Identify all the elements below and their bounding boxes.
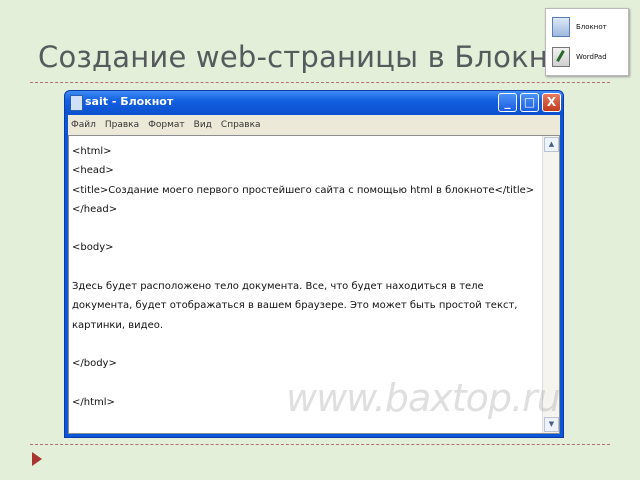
slide-title: Создание web-страницы в Блокнот xyxy=(38,40,584,74)
menu-file[interactable]: Файл xyxy=(71,120,96,130)
window-titlebar[interactable]: sait - Блокнот _ □ X xyxy=(65,91,563,115)
text-line: <head> xyxy=(72,165,114,177)
text-line: картинки, видео. xyxy=(72,319,164,331)
maximize-button[interactable]: □ xyxy=(520,93,539,112)
thumbnail-label: WordPad xyxy=(576,53,607,61)
text-line: </head> xyxy=(72,203,118,215)
watermark: www.baxtop.ru xyxy=(286,376,561,420)
text-line: Здесь будет расположено тело документа. … xyxy=(72,281,484,293)
slide-bullet-icon xyxy=(32,452,42,466)
menu-format[interactable]: Формат xyxy=(148,120,185,130)
text-line xyxy=(72,258,539,277)
text-line: документа, будет отображаться в вашем бр… xyxy=(72,300,518,312)
scroll-up-icon[interactable]: ▲ xyxy=(544,137,559,152)
window-title: sait - Блокнот xyxy=(85,95,174,108)
text-line: <body> xyxy=(72,242,114,254)
divider-bottom xyxy=(30,444,610,445)
text-line: </body> xyxy=(72,358,117,370)
notepad-icon xyxy=(70,95,83,111)
program-thumbnails: Блокнот WordPad xyxy=(545,8,629,76)
menu-help[interactable]: Справка xyxy=(221,120,261,130)
text-line xyxy=(72,219,539,238)
divider-top xyxy=(30,82,610,83)
notepad-icon xyxy=(552,17,570,37)
wordpad-icon xyxy=(552,47,570,67)
thumbnail-wordpad[interactable]: WordPad xyxy=(552,47,607,67)
text-line: <title>Создание моего первого простейшег… xyxy=(72,184,535,196)
thumbnail-notepad[interactable]: Блокнот xyxy=(552,17,607,37)
text-line xyxy=(72,335,539,354)
menu-bar: Файл Правка Формат Вид Справка xyxy=(68,115,560,135)
menu-view[interactable]: Вид xyxy=(194,120,212,130)
thumbnail-label: Блокнот xyxy=(576,23,607,31)
minimize-button[interactable]: _ xyxy=(498,93,517,112)
close-button[interactable]: X xyxy=(542,93,561,112)
menu-edit[interactable]: Правка xyxy=(105,120,139,130)
text-line: <html> xyxy=(72,146,112,157)
